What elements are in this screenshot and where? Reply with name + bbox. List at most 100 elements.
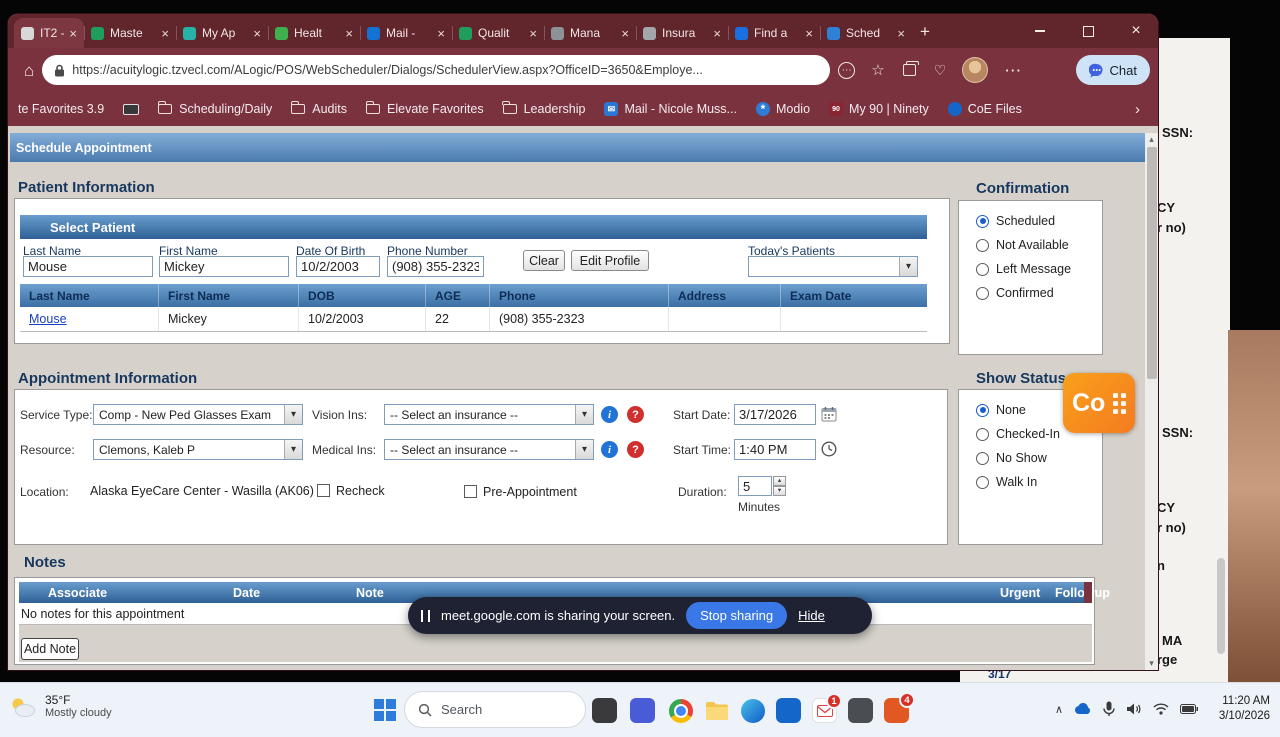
patient-table-row[interactable]: Mouse Mickey 10/2/2003 22 (908) 355-2323 (20, 307, 927, 332)
add-note-button[interactable]: Add Note (21, 638, 79, 660)
vision-ins-info-icon[interactable]: i (601, 406, 618, 423)
first-name-input[interactable] (159, 256, 289, 277)
radio-none[interactable]: None (976, 403, 1026, 417)
bookmark-mail[interactable]: ✉ Mail - Nicole Muss... (604, 102, 737, 116)
browser-tab[interactable]: Insura × (636, 18, 728, 48)
wifi-icon[interactable] (1153, 703, 1169, 715)
tray-chevron-icon[interactable]: ∧ (1055, 703, 1063, 716)
clear-button[interactable]: Clear (523, 250, 565, 271)
microphone-icon[interactable] (1103, 701, 1115, 717)
service-type-dropdown[interactable]: Comp - New Ped Glasses Exam (93, 404, 303, 425)
app-teams-icon[interactable] (776, 698, 801, 723)
resource-dropdown[interactable]: Clemons, Kaleb P (93, 439, 303, 460)
tab-close-icon[interactable]: × (69, 27, 77, 40)
calendar-icon[interactable] (821, 406, 837, 422)
window-close-button[interactable]: × (1120, 18, 1152, 44)
tab-close-icon[interactable]: × (253, 27, 261, 40)
home-icon[interactable]: ⌂ (24, 62, 34, 79)
bookmark-modio[interactable]: * Modio (755, 102, 810, 116)
vision-ins-dropdown[interactable]: -- Select an insurance -- (384, 404, 594, 425)
patient-last-name-link[interactable]: Mouse (29, 312, 67, 326)
tab-close-icon[interactable]: × (345, 27, 353, 40)
todays-patients-dropdown[interactable] (748, 256, 918, 277)
background-scrollbar[interactable] (1217, 558, 1225, 654)
tab-close-icon[interactable]: × (621, 27, 629, 40)
edge-icon[interactable] (740, 698, 765, 723)
bookmark-scheduling-daily[interactable]: Scheduling/Daily (157, 100, 272, 116)
radio-left-message[interactable]: Left Message (976, 262, 1071, 276)
step-down-icon[interactable]: ▾ (773, 486, 786, 496)
url-field[interactable]: https://acuitylogic.tzvecl.com/ALogic/PO… (42, 55, 831, 85)
onedrive-cloud-icon[interactable] (1074, 703, 1092, 715)
collections-icon[interactable] (902, 61, 919, 76)
tab-close-icon[interactable]: × (437, 27, 445, 40)
bookmarks-overflow-chevron-icon[interactable]: › (1135, 102, 1140, 117)
stop-sharing-button[interactable]: Stop sharing (686, 602, 788, 629)
edit-profile-button[interactable]: Edit Profile (571, 250, 649, 271)
browser-tab[interactable]: Mail - × (360, 18, 452, 48)
bookmark-leadership[interactable]: Leadership (502, 100, 585, 116)
step-up-icon[interactable]: ▴ (773, 476, 786, 486)
taskbar-search[interactable]: Search (404, 691, 586, 728)
app-window-icon[interactable] (592, 698, 617, 723)
tab-close-icon[interactable]: × (529, 27, 537, 40)
page-scrollbar[interactable]: ▴ ▾ (1145, 133, 1158, 670)
bookmark-favorites[interactable]: te Favorites 3.9 (18, 102, 104, 116)
chat-button[interactable]: Chat (1075, 55, 1150, 85)
app-blue-icon[interactable] (630, 698, 655, 723)
scroll-up-icon[interactable]: ▴ (1145, 133, 1158, 146)
radio-walk-in[interactable]: Walk In (976, 475, 1037, 489)
scroll-down-icon[interactable]: ▾ (1145, 657, 1158, 670)
start-time-input[interactable] (734, 439, 816, 460)
battery-icon[interactable] (1180, 704, 1198, 714)
chrome-icon[interactable] (668, 698, 693, 723)
bookmark-audits[interactable]: Audits (290, 100, 347, 116)
scrollbar-thumb[interactable] (1146, 147, 1157, 379)
phone-input[interactable] (387, 256, 484, 277)
bookmark-coe-files[interactable]: CoE Files (947, 102, 1022, 116)
speaker-icon[interactable] (1126, 702, 1142, 716)
start-date-input[interactable] (734, 404, 816, 425)
bookmark-elevate-favorites[interactable]: Elevate Favorites (365, 100, 484, 116)
browser-tab-active[interactable]: IT2 - P × (14, 18, 84, 48)
duration-stepper[interactable]: ▴ ▾ (773, 476, 786, 496)
browser-tab[interactable]: Healt × (268, 18, 360, 48)
radio-checked-in[interactable]: Checked-In (976, 427, 1060, 441)
tab-close-icon[interactable]: × (897, 27, 905, 40)
weather-widget[interactable]: 35°F Mostly cloudy (8, 693, 112, 720)
radio-confirmed[interactable]: Confirmed (976, 286, 1054, 300)
browser-essentials-icon[interactable]: ♡ (934, 63, 947, 77)
pre-appointment-checkbox[interactable] (464, 485, 477, 498)
app-orange-icon[interactable]: 4 (884, 692, 915, 723)
tab-close-icon[interactable]: × (713, 27, 721, 40)
mail-app-icon[interactable]: 1 (812, 693, 842, 723)
window-maximize-button[interactable] (1072, 18, 1104, 44)
browser-tab[interactable]: Maste × (84, 18, 176, 48)
dob-input[interactable] (296, 256, 380, 277)
clock-icon[interactable] (821, 441, 837, 457)
recheck-checkbox[interactable] (317, 484, 330, 497)
radio-not-available[interactable]: Not Available (976, 238, 1069, 252)
last-name-input[interactable] (23, 256, 153, 277)
vision-ins-help-icon[interactable]: ? (627, 406, 644, 423)
bookmark-ninety[interactable]: 90 My 90 | Ninety (829, 102, 929, 116)
hide-banner-button[interactable]: Hide (798, 608, 825, 623)
app-gray-icon[interactable] (848, 698, 873, 723)
new-tab-button[interactable]: + (912, 18, 938, 46)
radio-scheduled[interactable]: Scheduled (976, 214, 1055, 228)
pause-icon[interactable] (421, 609, 430, 622)
device-icon[interactable] (123, 103, 140, 115)
radio-no-show[interactable]: No Show (976, 451, 1047, 465)
file-explorer-icon[interactable] (704, 698, 729, 723)
browser-tab[interactable]: Qualit × (452, 18, 544, 48)
co-sidebar-badge[interactable]: Co (1063, 373, 1135, 433)
browser-tab[interactable]: My Ap × (176, 18, 268, 48)
browser-tab[interactable]: Find a × (728, 18, 820, 48)
window-minimize-button[interactable] (1024, 18, 1056, 44)
medical-ins-help-icon[interactable]: ? (627, 441, 644, 458)
medical-ins-info-icon[interactable]: i (601, 441, 618, 458)
profile-avatar[interactable] (962, 57, 989, 83)
duration-input[interactable] (738, 476, 772, 496)
tab-close-icon[interactable]: × (805, 27, 813, 40)
medical-ins-dropdown[interactable]: -- Select an insurance -- (384, 439, 594, 460)
